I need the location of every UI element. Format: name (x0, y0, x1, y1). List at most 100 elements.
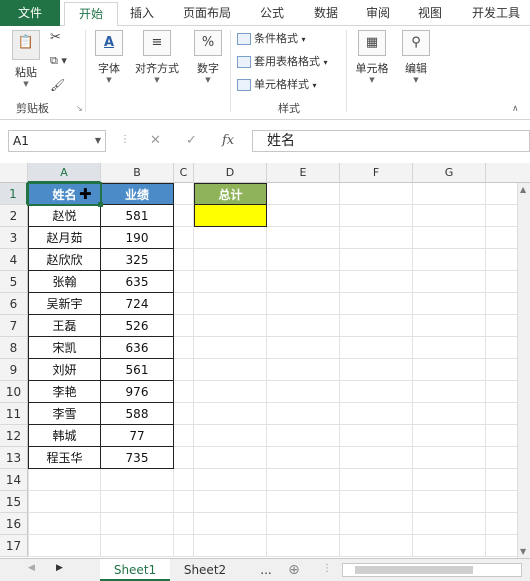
alignment-button[interactable]: ≡ 对齐方式 ▼ (132, 30, 182, 84)
select-all-corner[interactable] (0, 163, 28, 183)
tab-review[interactable]: 审阅 (358, 0, 398, 26)
cells-button[interactable]: ▦ 单元格 ▼ (350, 30, 394, 84)
dialog-launcher-icon[interactable]: ↘ (76, 104, 83, 113)
scroll-up-icon[interactable]: ▲ (520, 185, 526, 194)
gridline (193, 183, 194, 557)
cut-icon[interactable]: ✂ (50, 30, 61, 45)
scroll-down-icon[interactable]: ▼ (520, 547, 526, 556)
cell-styles-button[interactable]: 单元格样式 ▾ (237, 76, 317, 94)
table-cell-score[interactable]: 526 (100, 314, 174, 337)
table-cell-score[interactable]: 561 (100, 358, 174, 381)
row-header[interactable]: 11 (0, 403, 28, 425)
row-header[interactable]: 16 (0, 513, 28, 535)
row-header[interactable]: 2 (0, 205, 28, 227)
tab-file[interactable]: 文件 (0, 0, 60, 26)
row-header[interactable]: 10 (0, 381, 28, 403)
row-header[interactable]: 4 (0, 249, 28, 271)
table-cell-name[interactable]: 李艳 (28, 380, 101, 403)
table-cell-score[interactable]: 635 (100, 270, 174, 293)
table-cell-name[interactable]: 刘妍 (28, 358, 101, 381)
gridline (28, 556, 530, 557)
tab-insert[interactable]: 插入 (122, 0, 162, 26)
fill-handle[interactable] (98, 202, 103, 207)
row-header[interactable]: 15 (0, 491, 28, 513)
conditional-format-button[interactable]: 条件格式 ▾ (237, 30, 306, 48)
row-header[interactable]: 7 (0, 315, 28, 337)
row-header[interactable]: 8 (0, 337, 28, 359)
table-cell-name[interactable]: 吴新宇 (28, 292, 101, 315)
table-cell-name[interactable]: 宋凯 (28, 336, 101, 359)
column-header-g[interactable]: G (413, 163, 486, 183)
tab-home[interactable]: 开始 (64, 2, 118, 27)
table-cell-score[interactable]: 976 (100, 380, 174, 403)
worksheet-grid[interactable]: A B C D E F G 1 2 3 4 5 6 7 8 9 10 11 12 13 14 15 16 17 姓… (0, 163, 530, 558)
cancel-icon[interactable]: ✕ (150, 130, 161, 152)
table-cell-name[interactable]: 赵月茹 (28, 226, 101, 249)
add-sheet-icon[interactable]: ⊕ (284, 559, 304, 581)
number-button[interactable]: % 数字 ▼ (190, 30, 226, 84)
name-box[interactable]: A1 ▼ (8, 130, 106, 152)
horizontal-scrollbar[interactable] (342, 563, 522, 577)
table-cell-name[interactable]: 赵悦 (28, 204, 101, 227)
row-header[interactable]: 17 (0, 535, 28, 557)
tab-developer[interactable]: 开发工具 (464, 0, 528, 26)
table-cell-score[interactable]: 77 (100, 424, 174, 447)
row-header[interactable]: 1 (0, 183, 28, 205)
total-value-cell[interactable] (194, 204, 267, 227)
format-painter-icon[interactable]: 🖌 (50, 78, 65, 92)
more-sheets-button[interactable]: ... (252, 559, 280, 581)
total-header[interactable]: 总计 (194, 183, 267, 205)
column-header-a[interactable]: A (28, 163, 101, 183)
table-cell-name[interactable]: 王磊 (28, 314, 101, 337)
collapse-ribbon-icon[interactable]: ∧ (512, 104, 519, 114)
insert-function-icon[interactable]: fx (222, 130, 234, 152)
column-header-b[interactable]: B (101, 163, 174, 183)
table-cell-score[interactable]: 588 (100, 402, 174, 425)
table-header-score[interactable]: 业绩 (100, 183, 174, 205)
tab-page-layout[interactable]: 页面布局 (176, 0, 238, 26)
table-cell-score[interactable]: 636 (100, 336, 174, 359)
row-header[interactable]: 6 (0, 293, 28, 315)
prev-sheet-icon[interactable]: ◀ (28, 563, 35, 573)
column-header-d[interactable]: D (194, 163, 267, 183)
ribbon-tab-bar: 文件 开始 插入 页面布局 公式 数据 审阅 视图 开发工具 (0, 0, 530, 27)
editing-button[interactable]: ⚲ 编辑 ▼ (398, 30, 434, 84)
table-cell-score[interactable]: 724 (100, 292, 174, 315)
sheet-tab-sheet1[interactable]: Sheet1 (100, 559, 170, 581)
column-header-e[interactable]: E (267, 163, 340, 183)
column-header-c[interactable]: C (174, 163, 194, 183)
table-cell-score[interactable]: 581 (100, 204, 174, 227)
table-cell-name[interactable]: 张翰 (28, 270, 101, 293)
table-cell-score[interactable]: 190 (100, 226, 174, 249)
row-header[interactable]: 5 (0, 271, 28, 293)
tab-formulas[interactable]: 公式 (252, 0, 292, 26)
row-header[interactable]: 3 (0, 227, 28, 249)
vertical-scrollbar[interactable]: ▲ ▼ (517, 183, 530, 558)
column-header-f[interactable]: F (340, 163, 413, 183)
conditional-format-label: 条件格式 (254, 32, 298, 45)
sheet-tab-bar: ◀ ▶ Sheet1 Sheet2 ... ⊕ ⋮ (0, 558, 530, 581)
row-header[interactable]: 14 (0, 469, 28, 491)
table-cell-name[interactable]: 韩城 (28, 424, 101, 447)
scroll-thumb[interactable] (355, 566, 473, 574)
table-cell-name[interactable]: 赵欣欣 (28, 248, 101, 271)
next-sheet-icon[interactable]: ▶ (56, 563, 63, 573)
table-cell-name[interactable]: 李雪 (28, 402, 101, 425)
formula-input[interactable]: 姓名 (252, 130, 530, 152)
table-format-icon (237, 56, 251, 68)
font-button[interactable]: A 字体 ▼ (90, 30, 128, 84)
paste-button[interactable]: 📋 粘贴 ▼ (8, 30, 44, 88)
table-cell-name[interactable]: 程玉华 (28, 446, 101, 469)
row-header[interactable]: 12 (0, 425, 28, 447)
copy-icon[interactable]: ⧉ ▾ (50, 54, 67, 68)
enter-icon[interactable]: ✓ (186, 130, 197, 152)
table-cell-score[interactable]: 735 (100, 446, 174, 469)
row-header[interactable]: 9 (0, 359, 28, 381)
name-box-value: A1 (13, 134, 29, 148)
tab-data[interactable]: 数据 (306, 0, 346, 26)
sheet-tab-sheet2[interactable]: Sheet2 (172, 559, 238, 581)
table-format-button[interactable]: 套用表格格式 ▾ (237, 53, 328, 71)
row-header[interactable]: 13 (0, 447, 28, 469)
tab-view[interactable]: 视图 (410, 0, 450, 26)
table-cell-score[interactable]: 325 (100, 248, 174, 271)
